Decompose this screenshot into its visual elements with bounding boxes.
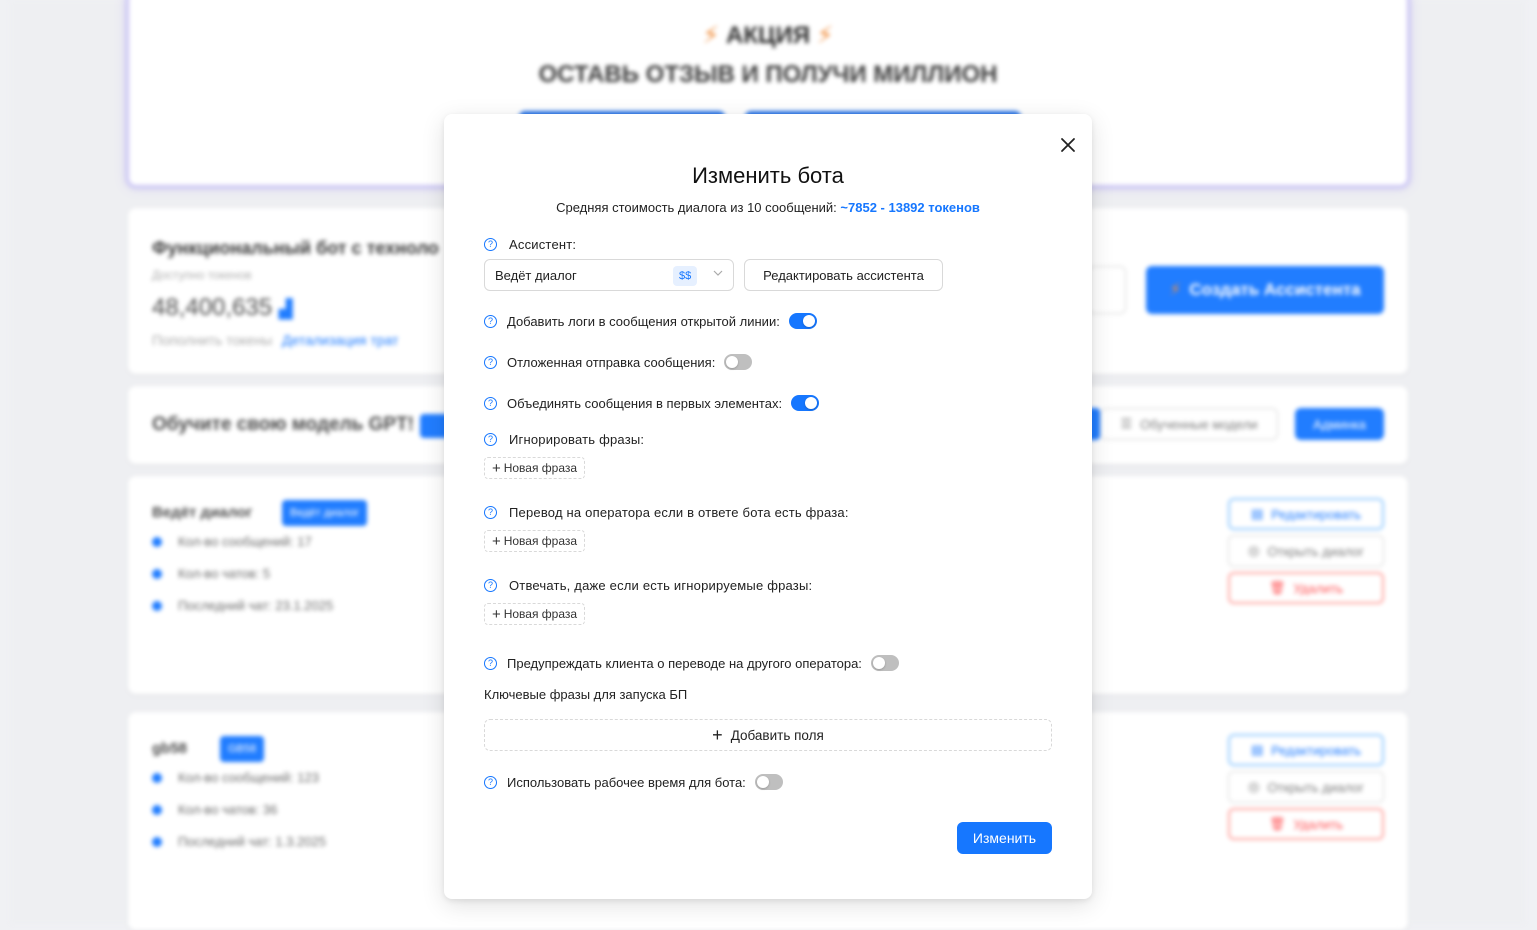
work-time-toggle[interactable] [754,774,783,790]
help-icon[interactable]: ? [484,579,497,592]
merge-messages-row: ? Объединять сообщения в первых элемента… [484,395,820,411]
help-icon[interactable]: ? [484,355,497,369]
chevron-down-icon [713,268,723,281]
warn-transfer-row: ? Предупреждать клиента о переводе на др… [484,655,899,671]
assistant-select[interactable]: Ведёт диалог $$ [484,259,734,291]
add-logs-row: ? Добавить логи в сообщения открытой лин… [484,313,817,329]
plus-icon: + [712,725,723,745]
answer-anyway-row: ? Отвечать, даже если есть игнорируемые … [484,578,812,593]
help-icon[interactable]: ? [484,314,497,328]
keywords-label: Ключевые фразы для запуска БП [484,687,688,702]
delayed-send-row: ? Отложенная отправка сообщения: [484,354,753,370]
warn-transfer-toggle[interactable] [870,655,899,671]
add-logs-toggle[interactable] [788,313,817,329]
help-icon[interactable]: ? [484,656,497,670]
assistant-select-value: Ведёт диалог [495,267,577,283]
price-badge: $$ [673,266,698,286]
modal-subtitle: Средняя стоимость диалога из 10 сообщени… [556,200,980,215]
plus-icon: + [491,532,501,550]
help-icon[interactable]: ? [484,396,497,410]
help-icon[interactable]: ? [484,506,497,519]
add-answer-phrase-button[interactable]: + Новая фраза [484,603,585,625]
assistant-row: ? Ассистент: [484,237,576,252]
add-fields-button[interactable]: + Добавить поля [484,719,1052,751]
plus-icon: + [491,459,501,477]
delayed-send-toggle[interactable] [724,354,753,370]
work-time-row: ? Использовать рабочее время для бота: [484,774,783,790]
help-icon[interactable]: ? [484,775,497,789]
help-icon[interactable]: ? [484,433,497,446]
dialog-cost: ~7852 - 13892 токенов [840,200,980,215]
close-icon[interactable] [1055,132,1081,158]
add-transfer-phrase-button[interactable]: + Новая фраза [484,530,585,552]
plus-icon: + [491,605,501,623]
edit-bot-modal: Изменить бота Средняя стоимость диалога … [444,114,1092,899]
ignore-phrases-row: ? Игнорировать фразы: [484,432,644,447]
submit-button[interactable]: Изменить [957,822,1052,854]
edit-assistant-button[interactable]: Редактировать ассистента [744,259,943,291]
transfer-phrases-row: ? Перевод на оператора если в ответе бот… [484,505,849,520]
help-icon[interactable]: ? [484,238,497,251]
add-ignore-phrase-button[interactable]: + Новая фраза [484,457,585,479]
merge-messages-toggle[interactable] [791,395,820,411]
assistant-label: Ассистент: [509,237,577,252]
modal-title: Изменить бота [692,163,844,188]
